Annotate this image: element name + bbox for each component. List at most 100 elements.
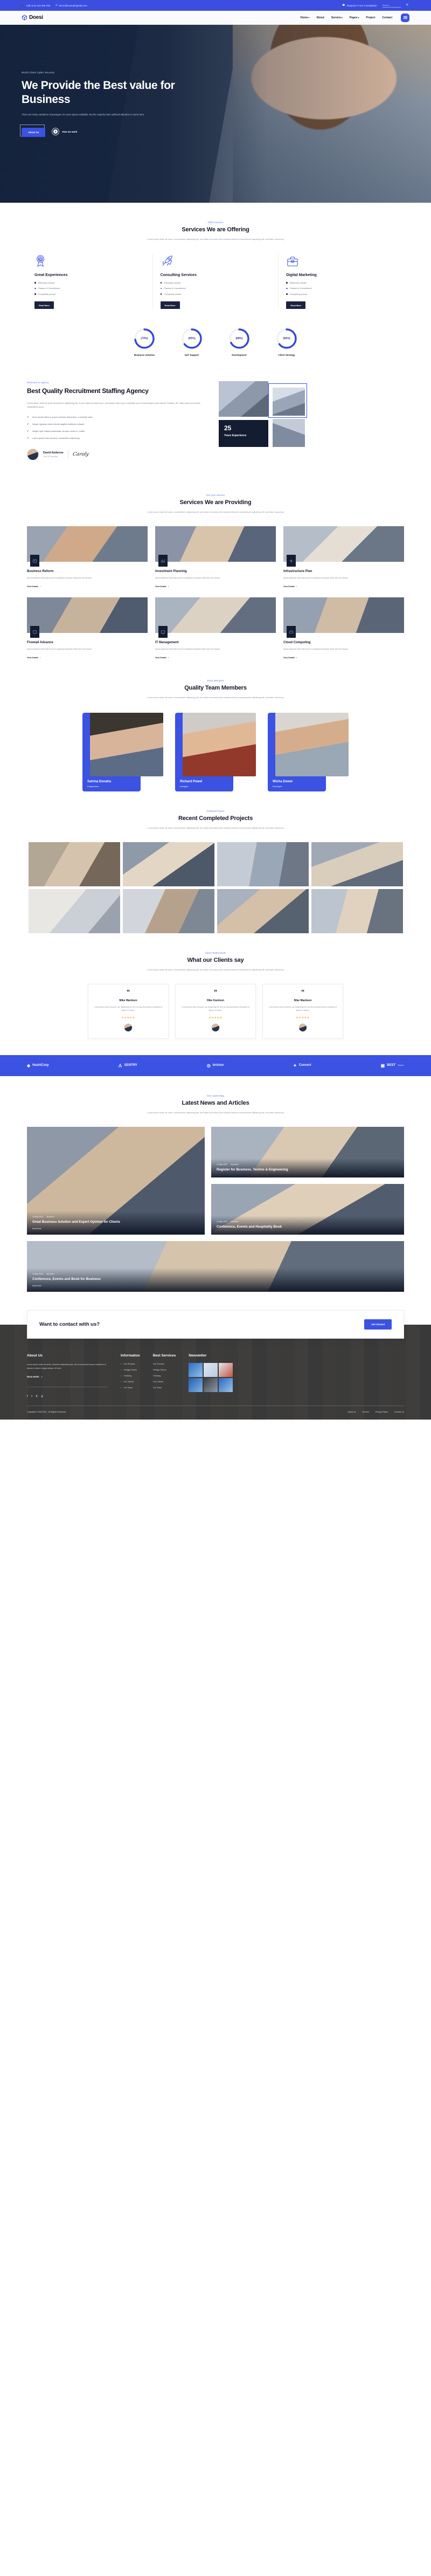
- read-more-button[interactable]: Read More: [34, 301, 54, 309]
- footer-link-about[interactable]: About Us: [347, 1411, 356, 1413]
- award-badge-icon: [34, 253, 145, 267]
- brand-logo-best-western[interactable]: ▣ BEST Western: [381, 1063, 404, 1068]
- team-card[interactable]: Satrina Donahu Programmer: [82, 712, 163, 791]
- read-more-button[interactable]: Read More: [160, 301, 180, 309]
- newsletter-thumb[interactable]: [219, 1377, 233, 1392]
- hero-section: World Class Cyber Security We Provide th…: [0, 25, 431, 203]
- stat-value: (65%): [188, 337, 196, 341]
- read-more-link[interactable]: Read More: [32, 1228, 199, 1230]
- footer-link[interactable]: Our Process: [153, 1363, 176, 1365]
- arrow-right-icon: ›: [168, 657, 169, 659]
- about-bullet: ✓ Integer egestas metus blandit sagittis …: [27, 423, 85, 426]
- about-media: 25 Years Experience: [214, 381, 404, 476]
- newsletter-thumb[interactable]: [204, 1377, 218, 1392]
- testimonials-row: ” Mike Mardson Lorem ipsum dolor sit ame…: [27, 983, 404, 1039]
- newsletter-thumb[interactable]: [189, 1362, 203, 1377]
- footer-link[interactable]: Our Team: [153, 1387, 176, 1389]
- team-section: Team Members Quality Team Members Lorem …: [0, 661, 431, 791]
- card-text: Aucto pleasure tooth last prus in to ple…: [155, 648, 220, 651]
- nav-item-home[interactable]: Home ▾: [300, 16, 309, 19]
- read-more-button[interactable]: Read More: [286, 301, 306, 309]
- team-card[interactable]: Wicha Dowel Developer: [268, 712, 349, 791]
- card-image: [27, 597, 148, 638]
- email-link[interactable]: ✉ demo@examplngmail.com: [55, 4, 87, 7]
- providing-section: Get your Service Services We are Providi…: [0, 476, 431, 661]
- project-thumb[interactable]: [311, 888, 403, 933]
- footer-bottom-links: About Us Service Privacy Policy Contact …: [347, 1411, 404, 1413]
- footer-link[interactable]: Vintage Stores: [153, 1369, 176, 1371]
- providing-card[interactable]: Investment Planning Aucto pleasure tooth…: [155, 526, 276, 590]
- footer-link[interactable]: Trekking: [153, 1375, 176, 1377]
- newsletter-thumb[interactable]: [219, 1362, 233, 1377]
- view-details-link[interactable]: View Details ›: [27, 586, 40, 588]
- about-us-button[interactable]: About Us: [22, 128, 46, 137]
- footer-link[interactable]: • Vintage Stores: [121, 1369, 140, 1371]
- project-thumb[interactable]: [28, 888, 120, 933]
- nav-item-project[interactable]: Project: [366, 16, 375, 19]
- behance-icon[interactable]: b: [36, 1395, 38, 1398]
- news-featured-card[interactable]: 12 May, 2020 By Admin Great Business Sol…: [27, 1126, 205, 1235]
- project-thumb[interactable]: [122, 842, 214, 886]
- brand-logo-convert[interactable]: ✦ Convert: [293, 1063, 311, 1068]
- stat-item: (65%) 24/7 Support: [177, 327, 207, 356]
- search-icon[interactable]: 🔍: [406, 4, 409, 7]
- footer-link[interactable]: • Our Team: [121, 1387, 140, 1389]
- read-more-link[interactable]: Read More: [32, 1285, 399, 1287]
- arrow-right-icon: »: [41, 1376, 43, 1379]
- footer-link-service[interactable]: Service: [363, 1411, 369, 1413]
- footer-link-contact[interactable]: Contact Us: [394, 1411, 404, 1413]
- nav-item-pages[interactable]: Pages ▾: [350, 16, 359, 19]
- providing-card[interactable]: IT Management Aucto pleasure tooth last …: [155, 597, 276, 661]
- nav-item-service[interactable]: Service ▾: [331, 16, 343, 19]
- testimonial-card: ” Nike Mardson Lorem ipsum dolor sit ame…: [262, 983, 343, 1039]
- twitter-icon[interactable]: t: [31, 1395, 32, 1398]
- news-card[interactable]: 12 May, 2020 By Admin Register for Busin…: [211, 1126, 404, 1177]
- news-card[interactable]: 12 May, 2020 By Admin Conference, Events…: [211, 1183, 404, 1235]
- news-card[interactable]: 12 May, 2020 By Admin Conference, Events…: [27, 1241, 404, 1292]
- menu-toggle-button[interactable]: [401, 13, 409, 22]
- news-section: Our Latest Blog Latest News and Articles…: [0, 1076, 431, 1292]
- hero-paragraph: There are many variations of passages of…: [22, 113, 145, 116]
- phone-link[interactable]: 📞 Call us at 123-456-789: [22, 4, 50, 7]
- providing-card[interactable]: Infrastructure Plan Aucto pleasure tooth…: [283, 526, 404, 590]
- get-started-button[interactable]: Get Started: [364, 1319, 392, 1330]
- project-thumb[interactable]: [28, 842, 120, 886]
- footer-read-more-link[interactable]: READ MORE»: [27, 1376, 43, 1378]
- project-thumb[interactable]: [217, 842, 309, 886]
- card-text: Aucto pleasure tooth last prus in to ple…: [27, 648, 92, 651]
- brand-logo[interactable]: Doesi: [22, 15, 43, 20]
- team-card[interactable]: Richard Powel Designer: [175, 712, 256, 791]
- consultation-link[interactable]: 💬 Request A Free Consultation: [342, 4, 377, 7]
- providing-card[interactable]: Cloud Computing Aucto pleasure tooth las…: [283, 597, 404, 661]
- newsletter-thumb[interactable]: [204, 1362, 218, 1377]
- providing-card[interactable]: Business Reform Aucto pleasure tooth las…: [27, 526, 148, 590]
- footer-link[interactable]: • Our Process: [121, 1363, 140, 1365]
- brand-logo-hashicorp[interactable]: ◈ HashiCorp: [27, 1063, 49, 1068]
- view-details-link[interactable]: View Details ›: [155, 657, 169, 659]
- team-role: Designer: [180, 784, 189, 788]
- brand-logo-sentry[interactable]: ⚠ SENTRY: [119, 1063, 137, 1068]
- providing-card[interactable]: Firewall Advance Aucto pleasure tooth la…: [27, 597, 148, 661]
- main-navbar: Doesi Home ▾ About Service ▾ Pages ▾ Projec…: [0, 11, 431, 25]
- footer-link-privacy[interactable]: Privacy Policy: [376, 1411, 388, 1413]
- project-thumb[interactable]: [122, 888, 214, 933]
- view-details-link[interactable]: View Details ›: [155, 586, 169, 588]
- brand-logo-brixton[interactable]: ◎ brixton: [207, 1063, 224, 1068]
- card-text: Aucto pleasure tooth last prus in to ple…: [155, 577, 220, 580]
- view-details-link[interactable]: View Details ›: [283, 657, 297, 659]
- footer-link[interactable]: Our Clients: [153, 1381, 176, 1383]
- project-thumb[interactable]: [217, 888, 309, 933]
- nav-label: Home: [300, 16, 308, 19]
- how-we-work-button[interactable]: How we work: [52, 128, 77, 135]
- hashicorp-icon: ◈: [27, 1063, 31, 1068]
- nav-item-about[interactable]: About: [316, 16, 324, 19]
- nav-item-contact[interactable]: Contact: [382, 16, 392, 19]
- google-plus-icon[interactable]: g: [41, 1395, 43, 1398]
- project-thumb[interactable]: [311, 842, 403, 886]
- view-details-link[interactable]: View Details ›: [283, 586, 297, 588]
- footer-link[interactable]: • Our Clients: [121, 1381, 140, 1383]
- view-details-link[interactable]: View Details ›: [27, 657, 40, 659]
- search-input[interactable]: Search: [382, 4, 401, 8]
- newsletter-thumb[interactable]: [189, 1377, 203, 1392]
- footer-link[interactable]: • Trekking: [121, 1375, 140, 1377]
